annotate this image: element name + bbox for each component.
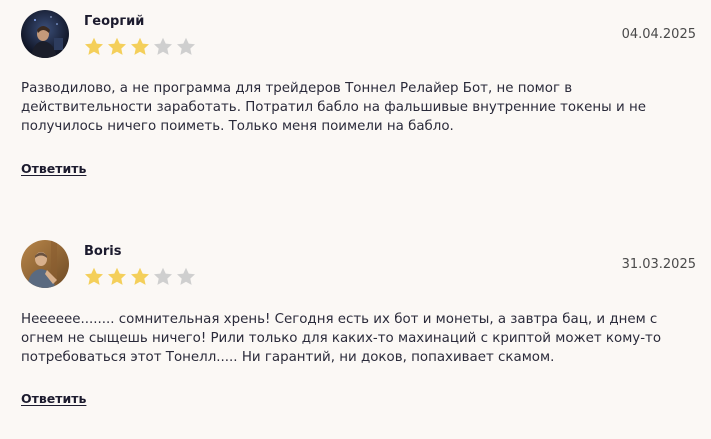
review-date: 04.04.2025	[621, 27, 696, 42]
star-empty-icon	[154, 37, 172, 55]
author-name: Boris	[84, 244, 122, 259]
review-text: Разводилово, а не программа для трейдеро…	[21, 81, 646, 134]
reply-link[interactable]: Ответить	[21, 391, 86, 406]
rating-stars	[83, 36, 197, 58]
star-filled-icon	[85, 267, 103, 285]
reply-link[interactable]: Ответить	[21, 161, 86, 176]
review-text: Нееееее........ сомнительная хрень! Сего…	[21, 312, 662, 365]
rating-stars	[83, 266, 197, 288]
star-filled-icon	[108, 37, 126, 55]
review-date: 31.03.2025	[621, 257, 696, 272]
star-filled-icon	[85, 37, 103, 55]
star-filled-icon	[108, 267, 126, 285]
avatar	[21, 10, 69, 58]
author-name: Георгий	[84, 14, 145, 29]
star-empty-icon	[154, 267, 172, 285]
star-empty-icon	[177, 267, 195, 285]
avatar	[21, 240, 69, 288]
star-filled-icon	[131, 37, 149, 55]
star-filled-icon	[131, 267, 149, 285]
star-empty-icon	[177, 37, 195, 55]
